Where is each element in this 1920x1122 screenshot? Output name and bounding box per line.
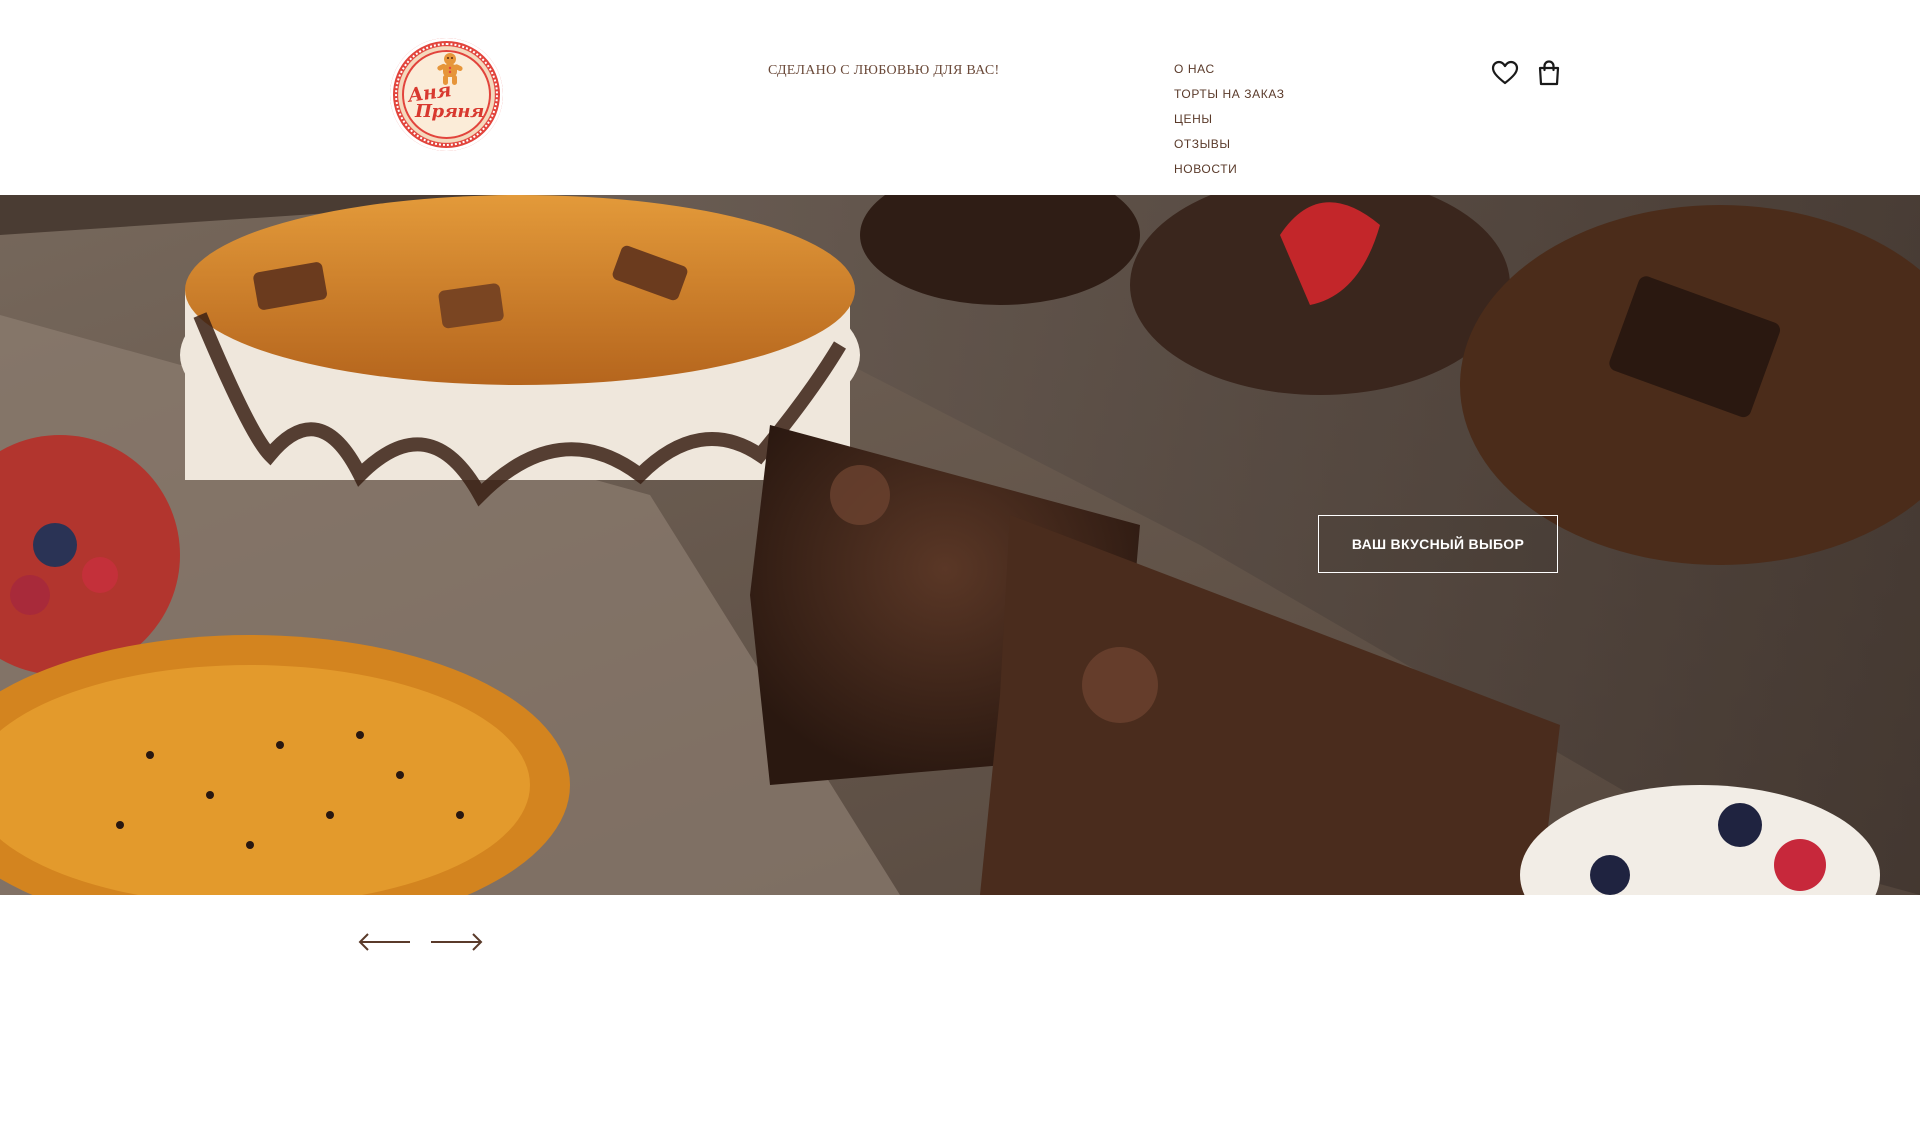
- tagline: СДЕЛАНО С ЛЮБОВЬЮ ДЛЯ ВАС!: [768, 63, 1000, 78]
- arrow-left-icon: [358, 933, 410, 951]
- shopping-bag-icon: [1538, 60, 1560, 86]
- nav-item-news[interactable]: НОВОСТИ: [1174, 162, 1285, 187]
- hero-banner: ВАШ ВКУСНЫЙ ВЫБОР: [0, 195, 1920, 895]
- cart-button[interactable]: [1534, 58, 1564, 88]
- arrow-right-icon: [431, 933, 483, 951]
- favorites-button[interactable]: [1490, 58, 1520, 88]
- slider-prev-button[interactable]: [357, 930, 413, 954]
- nav-item-prices[interactable]: ЦЕНЫ: [1174, 112, 1285, 137]
- main-nav: О НАС ТОРТЫ НА ЗАКАЗ ЦЕНЫ ОТЗЫВЫ НОВОСТИ: [1174, 62, 1285, 187]
- site-header: Аня Пряня СДЕЛАНО С ЛЮБОВЬЮ ДЛЯ ВАС! О Н…: [0, 0, 1920, 195]
- nav-item-about[interactable]: О НАС: [1174, 62, 1285, 87]
- heart-icon: [1491, 60, 1519, 85]
- nav-item-custom-cakes[interactable]: ТОРТЫ НА ЗАКАЗ: [1174, 87, 1285, 112]
- hero-cta-button[interactable]: ВАШ ВКУСНЫЙ ВЫБОР: [1318, 515, 1558, 573]
- logo-text-line2: Пряня: [415, 101, 484, 122]
- hero-image: [0, 195, 1920, 895]
- nav-item-reviews[interactable]: ОТЗЫВЫ: [1174, 137, 1285, 162]
- logo[interactable]: Аня Пряня: [390, 38, 503, 151]
- slider-next-button[interactable]: [428, 930, 484, 954]
